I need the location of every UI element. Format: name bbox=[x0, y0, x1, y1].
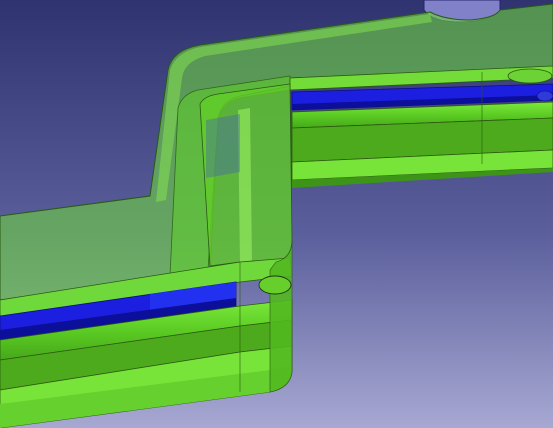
right-end-boss bbox=[507, 68, 553, 84]
3d-scene[interactable] bbox=[0, 0, 553, 428]
riser-hole bbox=[258, 275, 292, 295]
riser-blue-inset bbox=[206, 114, 240, 178]
right-end-hole bbox=[536, 90, 553, 102]
3d-viewport[interactable] bbox=[0, 0, 553, 428]
riser-highlight bbox=[238, 108, 252, 264]
